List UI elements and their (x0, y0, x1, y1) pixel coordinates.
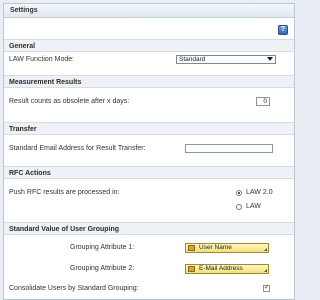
radio-label-law-2: LAW 2.0 (246, 189, 273, 196)
radio-button-law[interactable] (236, 204, 242, 210)
radio-label-law: LAW (246, 203, 261, 210)
grouping-attribute-2-value: E-Mail Address (199, 265, 243, 272)
email-address-label: Standard Email Address for Result Transf… (9, 145, 146, 152)
value-help-icon (188, 266, 195, 272)
consolidate-users-label: Consolidate Users by Standard Grouping: (9, 285, 139, 292)
section-general: General (4, 39, 294, 52)
section-measurement-results: Measurement Results (4, 75, 294, 88)
corner-marker-icon (264, 269, 267, 272)
radio-button-law-2[interactable] (236, 190, 242, 196)
grouping-attribute-2-field[interactable]: E-Mail Address (185, 264, 269, 274)
grouping-attribute-1-label: Grouping Attribute 1: (70, 244, 135, 251)
settings-panel: Settings ? General LAW Function Mode: St… (3, 3, 295, 300)
section-rfc-actions: RFC Actions (4, 166, 294, 179)
chevron-down-icon (267, 57, 273, 61)
email-address-input[interactable] (185, 144, 273, 153)
section-user-grouping: Standard Value of User Grouping (4, 222, 294, 235)
grouping-attribute-1-field[interactable]: User Name (185, 243, 269, 253)
law-function-mode-label: LAW Function Mode: (9, 56, 75, 63)
consolidate-users-checkbox[interactable]: ✓ (263, 285, 270, 292)
obsolete-days-input[interactable]: 0 (256, 97, 270, 106)
law-function-mode-select[interactable]: Standard (176, 55, 276, 64)
grouping-attribute-2-label: Grouping Attribute 2: (70, 265, 135, 272)
obsolete-days-label: Result counts as obsolete after x days: (9, 98, 130, 105)
corner-marker-icon (264, 248, 267, 251)
push-rfc-label: Push RFC results are processed in: (9, 189, 120, 196)
value-help-icon (188, 245, 195, 251)
grouping-attribute-1-value: User Name (199, 244, 232, 251)
panel-title: Settings (4, 4, 294, 18)
section-transfer: Transfer (4, 122, 294, 135)
help-icon[interactable]: ? (278, 25, 288, 35)
law-function-mode-value: Standard (179, 56, 206, 63)
